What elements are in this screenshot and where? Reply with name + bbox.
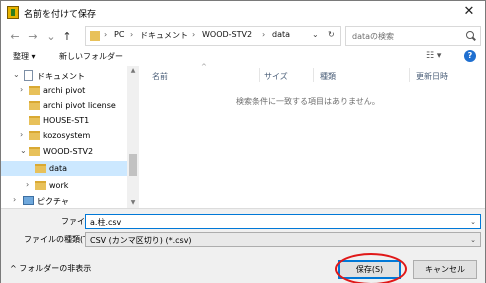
tree-item-documents[interactable]: ⌄ ドキュメント xyxy=(1,68,127,83)
scroll-up-icon[interactable]: ▲ xyxy=(127,66,139,76)
tree-item-label: work xyxy=(49,181,69,190)
tree-item-label: ドキュメント xyxy=(37,72,85,81)
folder-icon xyxy=(35,181,46,190)
recent-locations-icon[interactable]: ⌄ xyxy=(44,30,58,44)
breadcrumb-separator: › xyxy=(192,30,196,39)
empty-message: 検索条件に一致する項目はありません。 xyxy=(236,97,380,106)
folder-icon xyxy=(29,147,40,156)
search-icon xyxy=(466,31,474,39)
app-icon xyxy=(7,6,19,19)
title-bar: 名前を付けて保存 ✕ xyxy=(1,1,485,25)
tree-item-label: ピクチャ xyxy=(37,197,69,206)
scrollbar-thumb[interactable] xyxy=(129,154,137,176)
close-icon[interactable]: ✕ xyxy=(460,3,478,21)
help-icon[interactable]: ? xyxy=(464,50,476,62)
tree-item-label: HOUSE-ST1 xyxy=(43,116,90,125)
tree-item-data[interactable]: data xyxy=(1,161,127,176)
folder-icon xyxy=(29,101,40,110)
hide-folders-toggle[interactable]: ^ フォルダーの非表示 xyxy=(10,263,91,274)
folder-icon xyxy=(29,131,40,140)
filetype-label: ファイルの種類(T): xyxy=(24,235,94,244)
column-header-type[interactable]: 種類 xyxy=(320,71,336,82)
pictures-icon xyxy=(23,196,34,205)
navigation-scrollbar[interactable]: ▲ ▼ xyxy=(127,66,139,208)
folder-icon xyxy=(29,116,40,125)
navigation-pane: ⌄ ドキュメント › archi pivot archi pivot licen… xyxy=(1,66,139,208)
tree-item-wood-stv2[interactable]: ⌄ WOOD-STV2 xyxy=(1,144,127,159)
save-as-dialog: 名前を付けて保存 ✕ ← → ⌄ ↑ › PC › ドキュメント › WOOD-… xyxy=(0,0,486,283)
new-folder-button[interactable]: 新しいフォルダー xyxy=(59,51,123,62)
column-divider[interactable] xyxy=(409,68,410,82)
breadcrumb-documents[interactable]: ドキュメント xyxy=(140,30,188,41)
save-options-panel: ファイル名(N): a.柱.csv ⌄ ファイルの種類(T): CSV (カンマ… xyxy=(1,208,485,283)
folder-icon xyxy=(90,31,100,41)
folder-icon xyxy=(29,86,40,95)
chevron-down-icon[interactable]: ⌄ xyxy=(13,70,20,79)
tree-item-pictures[interactable]: › ピクチャ xyxy=(1,193,127,208)
address-dropdown-icon[interactable]: ⌄ xyxy=(312,30,319,39)
column-header-name[interactable]: 名前 xyxy=(152,71,168,82)
breadcrumb-data[interactable]: data xyxy=(272,30,290,39)
scroll-down-icon[interactable]: ▼ xyxy=(127,198,139,208)
breadcrumb-separator: › xyxy=(130,30,134,39)
tree-item-label: WOOD-STV2 xyxy=(43,147,94,156)
tree-item-work[interactable]: › work xyxy=(1,178,127,193)
organize-button[interactable]: 整理 ▾ xyxy=(13,51,36,62)
column-divider[interactable] xyxy=(259,68,260,82)
toolbar: 整理 ▾ 新しいフォルダー ☷ ▾ ? xyxy=(1,48,485,66)
search-input[interactable]: dataの検索 xyxy=(345,26,481,46)
tree-item-label: archi pivot license xyxy=(43,101,116,110)
breadcrumb-pc[interactable]: PC xyxy=(114,30,124,39)
chevron-right-icon[interactable]: › xyxy=(20,130,23,139)
chevron-right-icon[interactable]: › xyxy=(20,85,23,94)
tree-item-archi-pivot[interactable]: › archi pivot xyxy=(1,83,127,98)
chevron-down-icon[interactable]: ⌄ xyxy=(20,146,27,155)
view-options-icon[interactable]: ☷ ▾ xyxy=(426,51,441,61)
filetype-value: CSV (カンマ区切り) (*.csv) xyxy=(90,236,192,245)
column-header-modified[interactable]: 更新日時 xyxy=(416,71,448,82)
breadcrumb-separator: › xyxy=(262,30,266,39)
tree-item-kozosystem[interactable]: › kozosystem xyxy=(1,128,127,143)
breadcrumb-separator: › xyxy=(104,30,108,39)
sort-ascending-icon: ^ xyxy=(201,63,207,71)
chevron-right-icon[interactable]: › xyxy=(26,180,29,189)
back-icon[interactable]: ← xyxy=(8,30,22,44)
address-bar[interactable]: › PC › ドキュメント › WOOD-STV2 › data ⌄ ↻ xyxy=(85,26,341,46)
folder-icon xyxy=(35,164,46,173)
highlight-ring xyxy=(335,253,407,283)
chevron-right-icon[interactable]: › xyxy=(13,195,16,204)
filename-value: a.柱.csv xyxy=(90,218,122,227)
filetype-select[interactable]: CSV (カンマ区切り) (*.csv) ⌄ xyxy=(85,232,481,247)
up-folder-icon[interactable]: ↑ xyxy=(60,30,74,44)
refresh-icon[interactable]: ↻ xyxy=(328,30,335,39)
breadcrumb-wood-stv2[interactable]: WOOD-STV2 xyxy=(202,30,252,39)
chevron-down-icon[interactable]: ⌄ xyxy=(470,236,476,244)
tree-item-label: data xyxy=(49,164,68,173)
chevron-down-icon[interactable]: ⌄ xyxy=(470,218,476,226)
search-placeholder: dataの検索 xyxy=(352,32,395,41)
forward-icon[interactable]: → xyxy=(26,30,40,44)
file-list: ^ 名前 サイズ 種類 更新日時 検索条件に一致する項目はありません。 xyxy=(139,63,485,208)
tree-item-label: kozosystem xyxy=(43,131,91,140)
window-title: 名前を付けて保存 xyxy=(24,10,97,20)
column-header-size[interactable]: サイズ xyxy=(264,71,288,82)
tree-item-archi-pivot-license[interactable]: archi pivot license xyxy=(1,98,127,113)
column-divider[interactable] xyxy=(313,68,314,82)
document-icon xyxy=(24,70,33,81)
tree-item-house-st1[interactable]: HOUSE-ST1 xyxy=(1,113,127,128)
cancel-button[interactable]: キャンセル xyxy=(413,260,477,279)
tree-item-label: archi pivot xyxy=(43,86,86,95)
filename-field[interactable]: a.柱.csv ⌄ xyxy=(85,214,481,229)
